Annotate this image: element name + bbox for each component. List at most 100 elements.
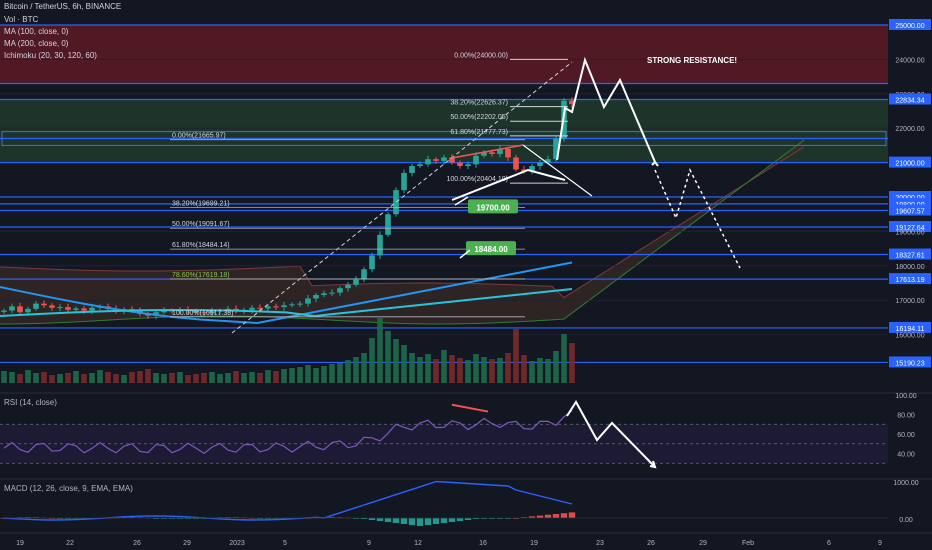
price-level-tag: 21000.00 [895, 161, 924, 168]
volume-bar [337, 363, 343, 383]
price-axis-tick: 19000.00 [895, 229, 924, 236]
volume-bar [137, 371, 143, 383]
volume-bar [177, 372, 183, 383]
volume-bar [33, 373, 39, 383]
candle-body [249, 307, 255, 310]
volume-bar [417, 357, 423, 383]
macd-histogram-bar [448, 518, 456, 522]
macd-histogram-bar [416, 518, 424, 526]
ma200-indicator-label: MA (200, close, 0) [4, 39, 69, 48]
fib-high-label: 61.80%(21777.73) [450, 129, 508, 136]
rsi-pane-label: RSI (14, close) [4, 398, 57, 407]
volume-bar [305, 365, 311, 383]
candle-body [89, 307, 95, 311]
volume-bar [377, 318, 383, 383]
candle-body [393, 190, 399, 215]
candle-body [417, 164, 423, 167]
macd-histogram-bar [424, 518, 432, 525]
volume-bar [185, 375, 191, 383]
candle-body [489, 152, 495, 154]
candle-body [465, 164, 471, 167]
candle-body [401, 172, 407, 191]
time-axis-tick: 9 [878, 540, 882, 547]
macd-histogram-bar [392, 518, 400, 523]
volume-bar [329, 364, 335, 383]
macd-histogram-bar [400, 518, 408, 524]
volume-bar [545, 359, 551, 383]
candle-body [25, 308, 31, 313]
fib-low-label: 0.00%(21665.97) [172, 133, 226, 140]
volume-bar [169, 373, 175, 383]
volume-bar [273, 371, 279, 383]
volume-bar [233, 371, 239, 383]
volume-bar [529, 361, 535, 383]
volume-bar [209, 372, 215, 383]
candle-body [65, 307, 71, 310]
macd-histogram-bar [552, 514, 560, 518]
candle-body [41, 303, 47, 306]
macd-pane-label: MACD (12, 26, close, 9, EMA, EMA) [4, 484, 133, 493]
volume-bar [105, 372, 111, 383]
candle-body [273, 306, 279, 308]
volume-bar [537, 358, 543, 383]
chart-stage: 0.00%(24000.00) 38.20%(22626.37) 50.00%(22… [0, 0, 932, 550]
volume-bar [321, 366, 327, 383]
fib-low-label: 50.00%(19091.67) [172, 221, 230, 228]
volume-bar [225, 373, 231, 383]
volume-bar [497, 358, 503, 383]
volume-bar [129, 372, 135, 383]
volume-bar [81, 374, 87, 383]
volume-bar [161, 374, 167, 383]
volume-bar [361, 353, 367, 383]
time-axis-tick: 9 [367, 540, 371, 547]
volume-bar [449, 355, 455, 383]
fib-low-label: 100.00%(16517.38) [172, 310, 234, 317]
time-axis-tick: 26 [647, 540, 655, 547]
candle-body [57, 307, 63, 309]
candle-body [345, 284, 351, 289]
volume-bar [25, 370, 31, 383]
candle-body [289, 304, 295, 306]
volume-bar [513, 329, 519, 383]
macd-histogram-bar [432, 518, 440, 524]
volume-bar [465, 360, 471, 383]
candle-body [425, 159, 431, 165]
price-axis-tick: 16000.00 [895, 333, 924, 340]
candle-body [33, 303, 39, 309]
macd-histogram-bar [456, 518, 464, 521]
strong-resistance-annotation: STRONG RESISTANCE! [647, 56, 737, 65]
volume-bar [89, 373, 95, 383]
volume-bar [257, 373, 263, 383]
macd-histogram-bar [544, 514, 552, 518]
volume-bar [393, 339, 399, 383]
macd-histogram-bar [384, 518, 392, 522]
time-axis-tick: 16 [479, 540, 487, 547]
macd-axis-tick: 1000.00 [893, 480, 918, 487]
volume-bar [217, 374, 223, 383]
volume-indicator-label: Vol · BTC [4, 15, 39, 24]
volume-bar [521, 355, 527, 383]
target-tag-label: 18484.00 [474, 245, 508, 254]
candle-body [377, 234, 383, 256]
volume-bar [193, 374, 199, 383]
rsi-axis-tick: 100.00 [895, 393, 917, 400]
fib-low-label: 61.80%(18484.14) [172, 242, 230, 249]
candle-body [313, 295, 319, 299]
volume-bar [481, 357, 487, 383]
volume-bar [65, 373, 71, 383]
fib-low-label: 78.60%(17619.18) [172, 272, 230, 279]
fib-high-label: 38.20%(22626.37) [450, 100, 508, 107]
volume-bar [569, 343, 575, 383]
rsi-axis-tick: 60.00 [897, 432, 915, 439]
time-axis-tick: 26 [133, 540, 141, 547]
price-level-tag: 25000.00 [895, 23, 924, 30]
candle-body [361, 269, 367, 280]
volume-bar [457, 358, 463, 383]
volume-bar [17, 374, 23, 383]
volume-bar [41, 372, 47, 383]
candle-body [441, 157, 447, 161]
price-axis-tick: 17000.00 [895, 298, 924, 305]
volume-bar [1, 371, 7, 383]
time-axis-tick: 22 [66, 540, 74, 547]
volume-bar [49, 375, 55, 383]
